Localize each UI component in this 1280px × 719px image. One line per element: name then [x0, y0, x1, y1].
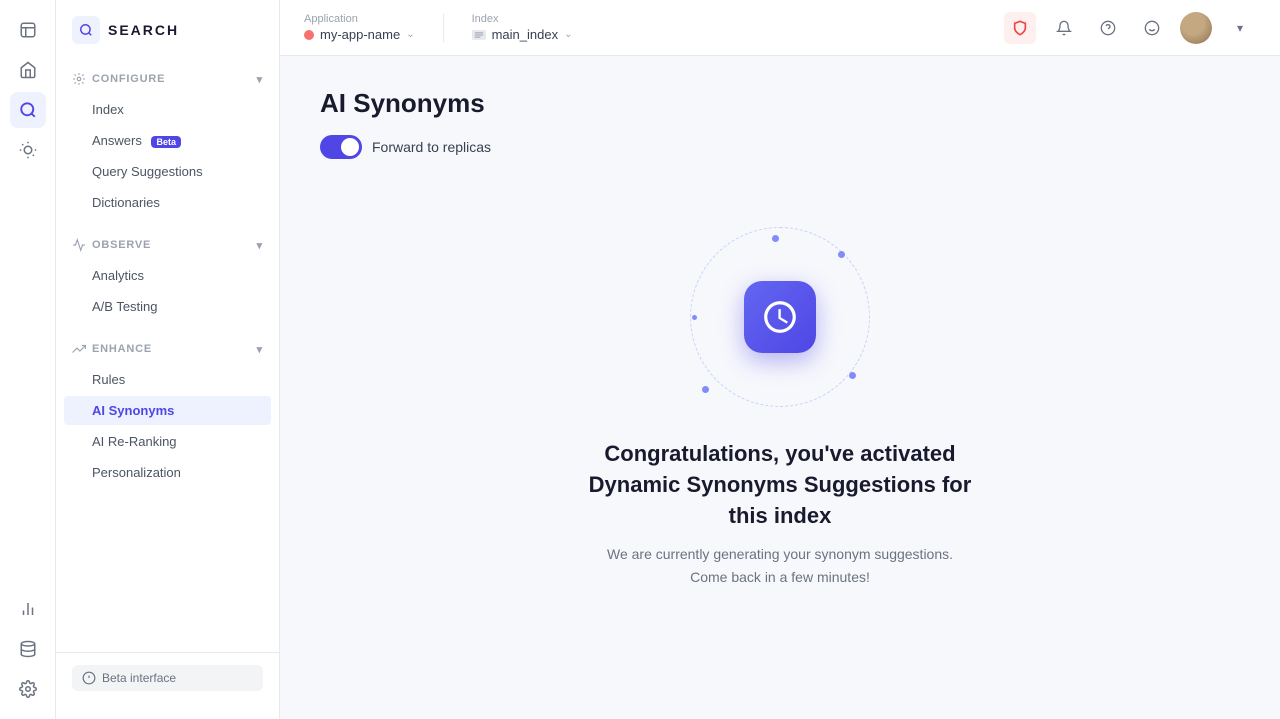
topbar: Application my-app-name ⌄ Index main_ind…: [280, 0, 1280, 56]
index-chevron-icon: ⌄: [564, 29, 572, 40]
sidebar-logo: SEARCH: [56, 16, 279, 64]
sidebar-item-ai-synonyms[interactable]: AI Synonyms: [64, 396, 271, 425]
orbit-dot-4: [849, 372, 856, 379]
orbit-dot-1: [772, 235, 779, 242]
index-icon: [472, 30, 486, 40]
sidebar-item-answers[interactable]: Answers Beta: [64, 126, 271, 155]
beta-interface-label: Beta interface: [102, 671, 176, 685]
index-select[interactable]: main_index ⌄: [472, 27, 573, 42]
sidebar-item-index[interactable]: Index: [64, 95, 271, 124]
page-title: AI Synonyms: [320, 88, 1240, 119]
configure-chevron: ▾: [257, 73, 263, 86]
sidebar-bottom: Beta interface: [56, 652, 279, 703]
sidebar-item-ai-re-ranking[interactable]: AI Re-Ranking: [64, 427, 271, 456]
rail-icon-chart[interactable]: [10, 591, 46, 627]
bell-icon[interactable]: [1048, 12, 1080, 44]
logo-text: SEARCH: [108, 22, 179, 38]
rail-icon-home[interactable]: [10, 52, 46, 88]
illustration-section: Congratulations, you've activated Dynami…: [320, 207, 1240, 588]
congrats-subtitle: We are currently generating your synonym…: [590, 543, 970, 588]
index-selector[interactable]: Index main_index ⌄: [472, 13, 573, 42]
emoji-icon[interactable]: [1136, 12, 1168, 44]
sidebar-item-dictionaries[interactable]: Dictionaries: [64, 188, 271, 217]
topbar-divider: [443, 14, 444, 42]
congrats-title: Congratulations, you've activated Dynami…: [570, 439, 990, 531]
index-value: main_index: [492, 27, 559, 42]
shield-icon[interactable]: [1004, 12, 1036, 44]
app-color-dot: [304, 30, 314, 40]
observe-label: OBSERVE: [92, 239, 151, 251]
sidebar-item-rules[interactable]: Rules: [64, 365, 271, 394]
logo-icon: [72, 16, 100, 44]
sidebar: SEARCH CONFIGURE ▾ Index Answers Beta Qu…: [56, 0, 280, 719]
section-configure[interactable]: CONFIGURE ▾: [56, 64, 279, 94]
rail-icon-settings[interactable]: [10, 671, 46, 707]
application-value: my-app-name: [320, 27, 400, 42]
help-icon[interactable]: [1092, 12, 1124, 44]
orbit-dot-2: [838, 251, 845, 258]
rail-icon-clock[interactable]: [10, 12, 46, 48]
content-area: AI Synonyms Forward to replicas: [280, 56, 1280, 719]
main-area: Application my-app-name ⌄ Index main_ind…: [280, 0, 1280, 719]
application-selector[interactable]: Application my-app-name ⌄: [304, 13, 415, 42]
orbit-dot-3: [702, 386, 709, 393]
application-label: Application: [304, 13, 415, 25]
rail-icon-bulb[interactable]: [10, 132, 46, 168]
forward-to-replicas-row: Forward to replicas: [320, 135, 1240, 159]
enhance-chevron: ▾: [257, 343, 263, 356]
section-observe[interactable]: OBSERVE ▾: [56, 230, 279, 260]
forward-replicas-toggle[interactable]: [320, 135, 362, 159]
center-timer-icon: [744, 281, 816, 353]
enhance-label: ENHANCE: [92, 343, 152, 355]
beta-interface-button[interactable]: Beta interface: [72, 665, 263, 691]
illustration-circle: [690, 227, 870, 407]
user-avatar[interactable]: [1180, 12, 1212, 44]
answers-beta-badge: Beta: [151, 136, 181, 148]
rail-icon-database[interactable]: [10, 631, 46, 667]
section-enhance[interactable]: ENHANCE ▾: [56, 334, 279, 364]
observe-chevron: ▾: [257, 239, 263, 252]
sidebar-item-ab-testing[interactable]: A/B Testing: [64, 292, 271, 321]
sidebar-item-personalization[interactable]: Personalization: [64, 458, 271, 487]
forward-replicas-label: Forward to replicas: [372, 139, 491, 155]
sidebar-item-analytics[interactable]: Analytics: [64, 261, 271, 290]
configure-label: CONFIGURE: [92, 73, 165, 85]
rail-icon-search[interactable]: [10, 92, 46, 128]
sidebar-item-query-suggestions[interactable]: Query Suggestions: [64, 157, 271, 186]
topbar-icons: ▾: [1004, 12, 1256, 44]
application-select[interactable]: my-app-name ⌄: [304, 27, 415, 42]
user-menu-chevron-icon[interactable]: ▾: [1224, 12, 1256, 44]
icon-rail: [0, 0, 56, 719]
orbit-dot-5: [692, 315, 697, 320]
index-label: Index: [472, 13, 573, 25]
application-chevron-icon: ⌄: [406, 29, 414, 40]
